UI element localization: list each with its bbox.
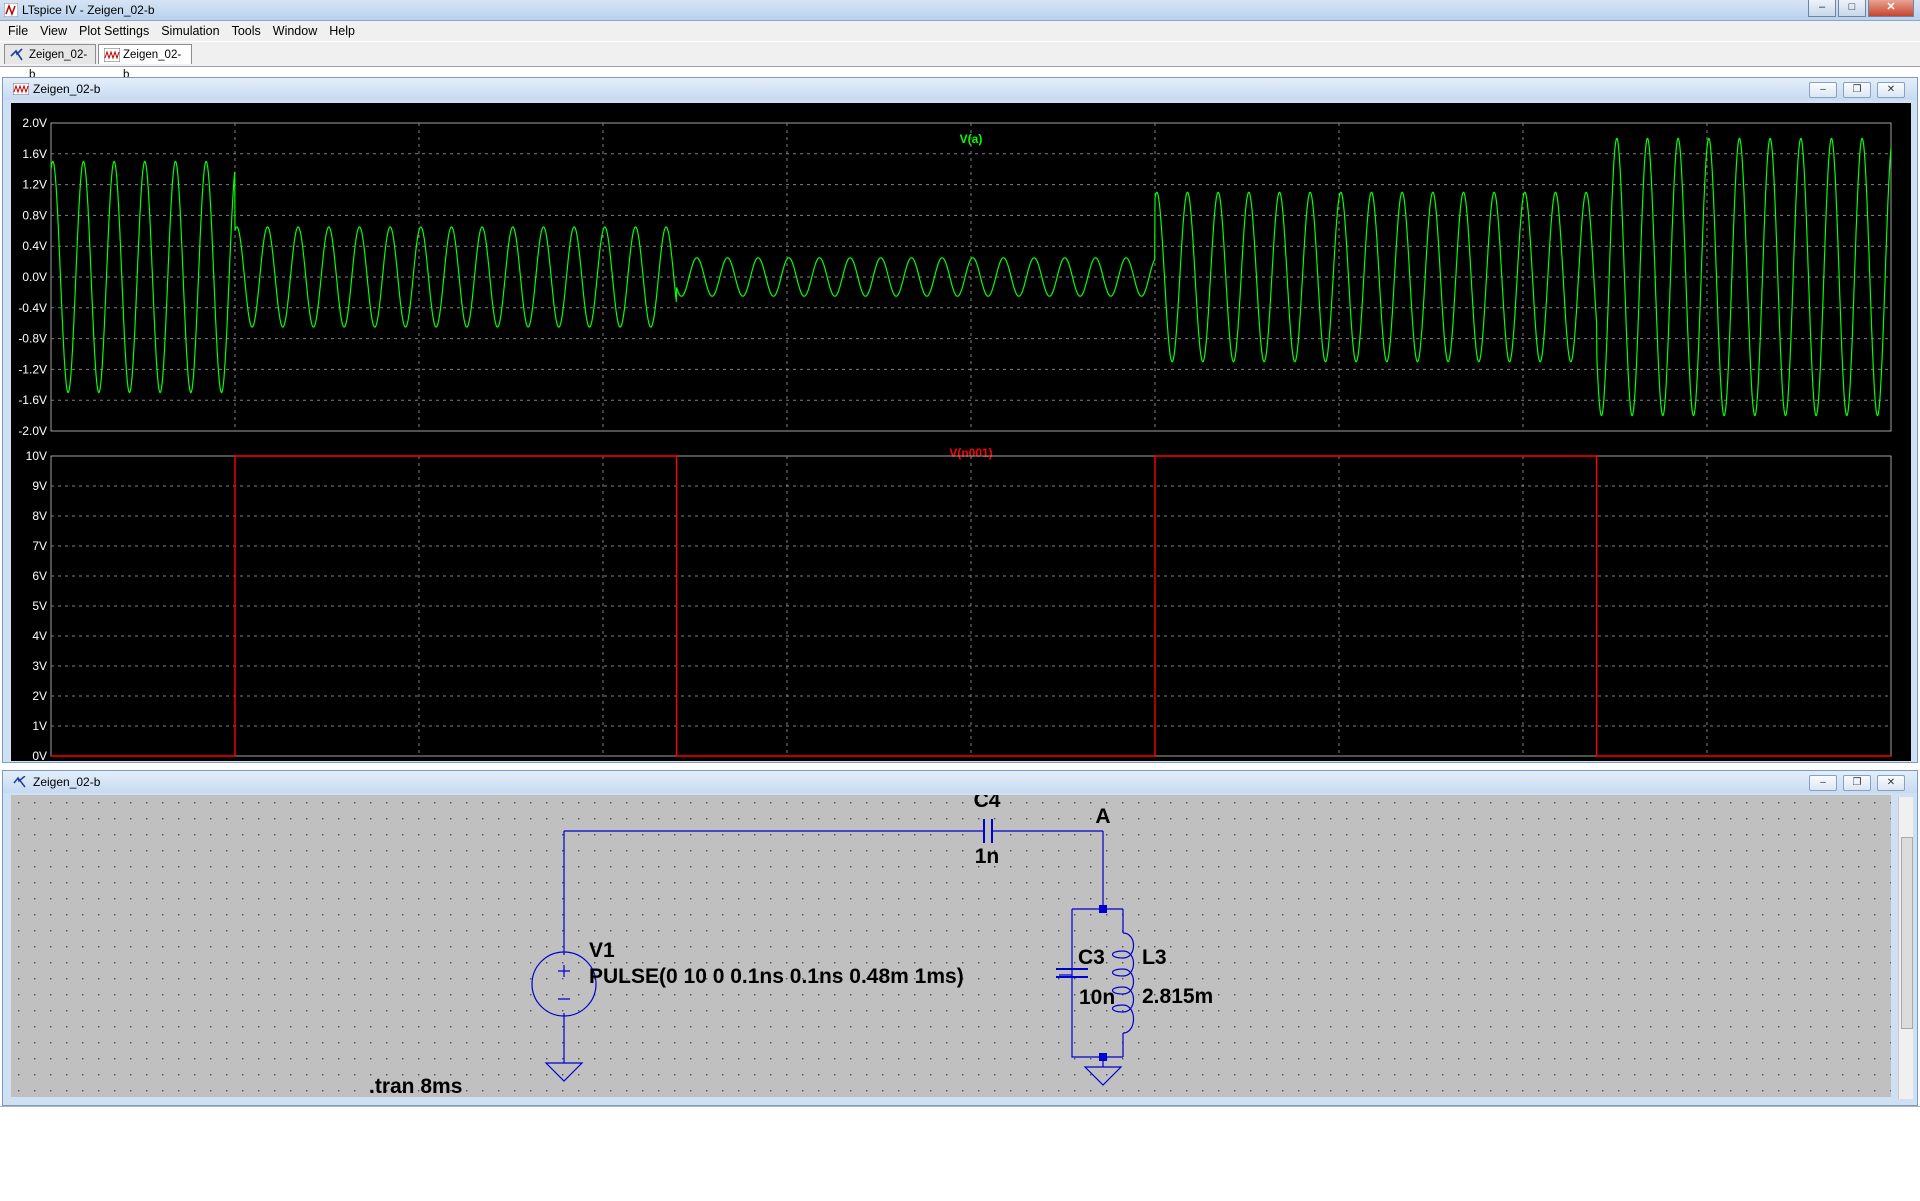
schematic-close-button[interactable]: ✕ [1877, 775, 1905, 791]
menu-tools[interactable]: Tools [232, 21, 261, 41]
waveform-minimize-button[interactable]: – [1809, 82, 1837, 98]
y-tick-label: 3V [32, 659, 47, 673]
waveform-restore-button[interactable]: ❐ [1843, 82, 1871, 98]
y-tick-label: 9V [32, 479, 47, 493]
schematic-restore-button[interactable]: ❐ [1843, 775, 1871, 791]
waveform-window: Zeigen_02-b – ❐ ✕ V(a) V(n001) 2.0V 1.6V 1… [2, 77, 1918, 763]
menu-view[interactable]: View [40, 21, 67, 41]
close-button[interactable]: ✕ [1868, 0, 1914, 17]
y-tick-label: 7V [32, 539, 47, 553]
waveform-close-button[interactable]: ✕ [1877, 82, 1905, 98]
ltspice-app-icon [4, 3, 18, 17]
y-tick-label: 2.0V [22, 116, 47, 130]
waveform-window-header: Zeigen_02-b – ❐ ✕ [3, 78, 1917, 100]
y-tick-label: 4V [32, 629, 47, 643]
schematic-icon [10, 48, 23, 61]
c3-name[interactable]: C3 [1078, 946, 1105, 969]
menu-bar: File View Plot Settings Simulation Tools… [0, 21, 1920, 41]
schematic-canvas[interactable]: C4 1n A V1 PULSE(0 10 0 0.1ns 0.1ns 0.48… [11, 795, 1891, 1097]
l3-name[interactable]: L3 [1142, 946, 1167, 969]
tab-schematic[interactable]: Zeigen_02-b [4, 44, 96, 81]
y-tick-label: 10V [26, 449, 47, 463]
vertical-scrollbar[interactable] [1898, 797, 1913, 1099]
menu-plot-settings[interactable]: Plot Settings [79, 21, 149, 41]
window-title: LTspice IV - Zeigen_02-b [22, 3, 155, 17]
scrollbar-thumb[interactable] [1901, 837, 1913, 1029]
y-tick-label: 1V [32, 719, 47, 733]
schematic-icon [13, 776, 26, 788]
y-tick-label: 0.8V [22, 208, 47, 222]
y-tick-label: 1.2V [22, 178, 47, 192]
y-tick-label: -1.6V [18, 393, 47, 407]
maximize-button[interactable]: □ [1838, 0, 1866, 17]
y-tick-label: 2V [32, 689, 47, 703]
y-tick-label: 6V [32, 569, 47, 583]
menu-help[interactable]: Help [329, 21, 355, 41]
schematic-window: Zeigen_02-b – ❐ ✕ C4 1n A V1 PULSE(0 10 … [2, 770, 1918, 1106]
y-tick-label: -2.0V [18, 424, 47, 438]
menu-window[interactable]: Window [273, 21, 317, 41]
waveform-icon [13, 83, 29, 95]
menu-file[interactable]: File [8, 21, 28, 41]
waveform-window-title: Zeigen_02-b [33, 82, 101, 96]
c4-name[interactable]: C4 [974, 795, 1001, 812]
waveform-plot[interactable]: V(a) V(n001) 2.0V1.6V1.2V0.8V0.4V0.0V-0.… [11, 103, 1911, 761]
c4-value[interactable]: 1n [975, 845, 1000, 868]
y-tick-label: 8V [32, 509, 47, 523]
y-tick-label: 0.0V [22, 270, 47, 284]
y-tick-label: -0.4V [18, 301, 47, 315]
document-tab-bar: Zeigen_02-b Zeigen_02-b [0, 42, 1920, 81]
schematic-window-header: Zeigen_02-b – ❐ ✕ [3, 771, 1917, 793]
minimize-button[interactable]: – [1808, 0, 1836, 17]
v1-name[interactable]: V1 [589, 939, 615, 962]
y-tick-label: -0.8V [18, 332, 47, 346]
schematic-window-title: Zeigen_02-b [33, 775, 101, 789]
waveform-icon [104, 48, 120, 62]
y-tick-label: 5V [32, 599, 47, 613]
l3-value[interactable]: 2.815m [1142, 985, 1213, 1008]
junction-dot [1099, 905, 1107, 913]
status-area [0, 1106, 1920, 1201]
y-tick-label: 0V [32, 749, 47, 761]
junction-dot [1099, 1053, 1107, 1061]
y-tick-label: -1.2V [18, 362, 47, 376]
spice-directive-tran[interactable]: .tran 8ms [369, 1075, 462, 1097]
menu-simulation[interactable]: Simulation [161, 21, 219, 41]
tab-waveform[interactable]: Zeigen_02-b [98, 44, 192, 81]
y-tick-label: 0.4V [22, 239, 47, 253]
y-tick-label: 1.6V [22, 147, 47, 161]
title-bar: LTspice IV - Zeigen_02-b – □ ✕ [0, 0, 1920, 21]
c3-value[interactable]: 10n [1079, 986, 1115, 1009]
v1-value[interactable]: PULSE(0 10 0 0.1ns 0.1ns 0.48m 1ms) [589, 965, 964, 988]
net-label-a[interactable]: A [1095, 805, 1110, 828]
schematic-minimize-button[interactable]: – [1809, 775, 1837, 791]
